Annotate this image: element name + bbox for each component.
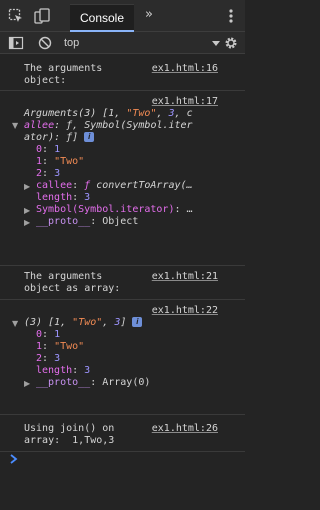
summary-head: (3) [1, <box>24 317 73 328</box>
property-value: 1 <box>54 144 61 155</box>
console-filter-bar: top <box>0 32 245 54</box>
inspect-element-icon[interactable] <box>8 8 24 24</box>
object-summary-continued: allee: ƒ, Symbol(Symbol.iter <box>24 120 193 132</box>
source-link[interactable]: ex1.html:17 <box>152 96 218 108</box>
console-messages: The arguments object: ex1.html:16 ex1.ht… <box>0 55 245 452</box>
info-icon[interactable]: i <box>84 132 95 142</box>
console-message: Using join() on array: 1,Two,3 ex1.html:… <box>0 415 245 452</box>
log-text: Using join() on <box>24 423 115 434</box>
console-message: ex1.html:22 ▼ (3) [1, "Two", 3] i 0: 1 1… <box>0 300 245 415</box>
summary-rest: : ƒ, Symbol(Symbol.iter <box>54 120 193 131</box>
summary-sep: , <box>102 317 115 328</box>
property-row: 0: 1 <box>36 144 61 155</box>
property-key: __proto__ <box>36 377 91 388</box>
expand-triangle-icon[interactable]: ▶ <box>24 217 30 229</box>
property-value: 3 <box>84 192 91 203</box>
property-value: 3 <box>54 168 61 179</box>
property-row-symbol[interactable]: Symbol(Symbol.iterator): … <box>36 204 193 216</box>
devtools-toolbar: Console » <box>0 0 245 32</box>
property-key: 0 <box>36 329 43 340</box>
source-link[interactable]: ex1.html:22 <box>152 305 218 317</box>
property-value: : Object <box>90 216 139 227</box>
property-row: length: 3 <box>36 365 91 376</box>
tab-console-label: Console <box>79 11 125 25</box>
property-key: Symbol(Symbol.iterator) <box>36 204 175 215</box>
property-key: 0 <box>36 144 43 155</box>
property-row: length: 3 <box>36 192 91 203</box>
array-summary[interactable]: (3) [1, "Two", 3] i <box>24 317 143 329</box>
summary-head: Arguments(3) [1, <box>24 108 127 119</box>
property-value: : Array(0) <box>90 377 151 388</box>
object-summary-continued: ator): ƒ] i <box>24 132 95 144</box>
expand-triangle-icon[interactable]: ▶ <box>24 378 30 390</box>
property-row: 2: 3 <box>36 168 61 179</box>
clear-console-icon[interactable] <box>37 35 53 51</box>
summary-string-value: "Two" <box>72 317 103 328</box>
console-message: The arguments object as array: ex1.html:… <box>0 266 245 300</box>
summary-sep: , <box>156 108 169 119</box>
show-sidebar-icon[interactable] <box>8 35 24 51</box>
property-row: 2: 3 <box>36 353 61 364</box>
property-key: allee <box>24 120 55 131</box>
console-message: ex1.html:17 Arguments(3) [1, "Two", 3, c… <box>0 91 245 266</box>
property-row: 0: 1 <box>36 329 61 340</box>
property-key: length <box>36 365 73 376</box>
property-value: "Two" <box>54 156 85 167</box>
property-key: length <box>36 192 73 203</box>
log-text: array: 1,Two,3 <box>24 435 115 446</box>
property-sep: : … <box>174 204 193 215</box>
property-key: 2 <box>36 168 43 179</box>
log-text: object as array: <box>24 283 121 294</box>
source-link[interactable]: ex1.html:26 <box>152 423 218 435</box>
property-key: 2 <box>36 353 43 364</box>
source-link[interactable]: ex1.html:21 <box>152 271 218 283</box>
property-row-proto[interactable]: __proto__: Object <box>36 216 138 228</box>
summary-tail: ] <box>120 317 127 328</box>
property-key: 1 <box>36 341 43 352</box>
log-text: The arguments <box>24 63 103 74</box>
property-value: 3 <box>54 353 61 364</box>
property-sep: : <box>72 180 85 191</box>
property-key: __proto__ <box>36 216 91 227</box>
more-options-icon[interactable] <box>225 8 237 24</box>
console-message: The arguments object: ex1.html:16 <box>0 55 245 91</box>
context-dropdown-arrow-icon[interactable] <box>210 35 222 51</box>
property-row: 1: "Two" <box>36 156 85 167</box>
property-value: 1 <box>54 329 61 340</box>
console-prompt-chevron-icon[interactable] <box>8 452 20 466</box>
object-summary[interactable]: Arguments(3) [1, "Two", 3, c <box>24 108 193 120</box>
function-name: convertToArray(… <box>90 180 193 191</box>
expand-triangle-icon[interactable]: ▶ <box>24 205 30 217</box>
context-selector[interactable]: top <box>64 34 79 52</box>
property-row-proto[interactable]: __proto__: Array(0) <box>36 377 150 389</box>
property-row-callee[interactable]: callee: ƒ convertToArray(… <box>36 180 193 192</box>
collapse-triangle-icon[interactable]: ▼ <box>12 120 18 132</box>
info-icon[interactable]: i <box>132 317 143 327</box>
property-key: callee <box>36 180 73 191</box>
collapse-triangle-icon[interactable]: ▼ <box>12 318 18 330</box>
log-text: object: <box>24 75 67 86</box>
property-key: 1 <box>36 156 43 167</box>
expand-triangle-icon[interactable]: ▶ <box>24 181 30 193</box>
log-text: The arguments <box>24 271 103 282</box>
summary-tail: , c <box>174 108 193 119</box>
console-settings-gear-icon[interactable] <box>223 35 239 51</box>
property-row: 1: "Two" <box>36 341 85 352</box>
source-link[interactable]: ex1.html:16 <box>152 63 218 75</box>
device-toolbar-icon[interactable] <box>34 8 50 24</box>
tab-console[interactable]: Console <box>70 4 134 32</box>
property-value: 3 <box>84 365 91 376</box>
more-tabs-button[interactable]: » <box>140 6 158 24</box>
summary-string-value: "Two" <box>126 108 157 119</box>
property-value: "Two" <box>54 341 85 352</box>
summary-end: ator): ƒ] <box>24 132 79 143</box>
